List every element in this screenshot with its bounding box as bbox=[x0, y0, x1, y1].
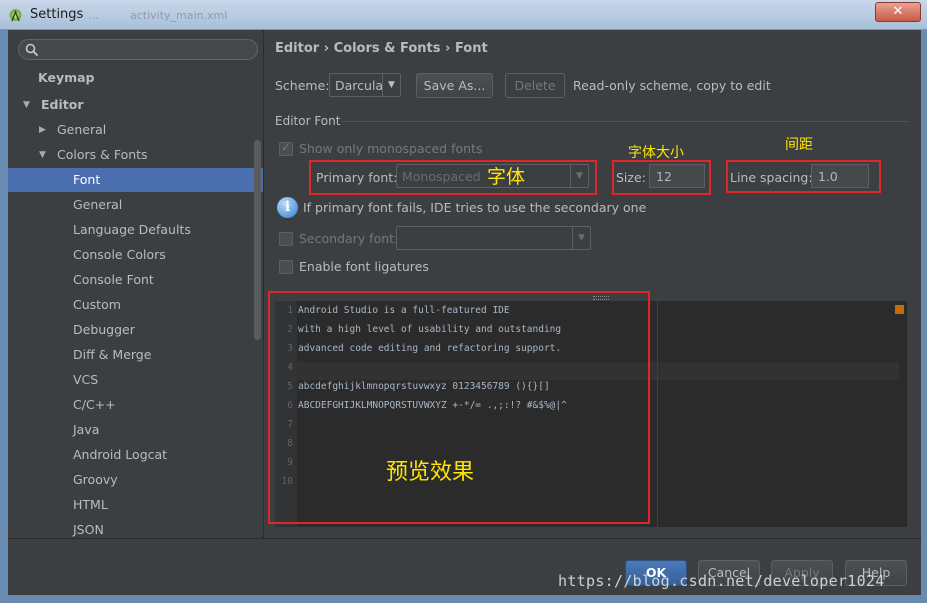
sidebar-item-html[interactable]: HTML bbox=[8, 493, 263, 517]
show-monospaced-checkbox[interactable] bbox=[279, 140, 293, 156]
dropdown-arrow-icon: ▼ bbox=[572, 227, 590, 249]
sidebar-item-label: Groovy bbox=[73, 472, 118, 487]
sidebar-item-custom[interactable]: Custom bbox=[8, 293, 263, 317]
error-stripe-marker[interactable] bbox=[895, 305, 904, 314]
breadcrumb-item: Font bbox=[454, 41, 488, 56]
breadcrumb-item: Colors & Fonts bbox=[333, 41, 441, 56]
annotation-preview-label: 预览效果 bbox=[386, 460, 475, 485]
sidebar-item-label: Java bbox=[73, 422, 100, 437]
sidebar-item-debugger[interactable]: Debugger bbox=[8, 318, 263, 342]
sidebar-item-language-defaults[interactable]: Language Defaults bbox=[8, 218, 263, 242]
android-studio-icon bbox=[9, 9, 22, 22]
sidebar-item-label: Diff & Merge bbox=[73, 347, 152, 362]
sidebar-item-console-font[interactable]: Console Font bbox=[8, 268, 263, 292]
watermark-url: https://blog.csdn.net/developer1024 bbox=[558, 572, 885, 590]
annotation-size-label: 字体大小 bbox=[628, 145, 684, 161]
show-monospaced-label: Show only monospaced fonts bbox=[299, 141, 483, 156]
sidebar-item-keymap[interactable]: Keymap bbox=[8, 66, 263, 90]
sidebar-item-label: Android Logcat bbox=[73, 447, 168, 462]
background-tab-label: activity_main.xml bbox=[130, 9, 228, 22]
settings-sidebar: Keymap ▼ Editor ▶ General ▼ Colors & Fon… bbox=[8, 30, 264, 538]
sidebar-item-label: Keymap bbox=[38, 70, 95, 85]
annotation-font-label: 字体 bbox=[487, 166, 526, 188]
sidebar-item-label: Console Font bbox=[73, 272, 154, 287]
background-tab-label: ... bbox=[88, 9, 99, 22]
sidebar-item-vcs[interactable]: VCS bbox=[8, 368, 263, 392]
sidebar-item-colors-fonts[interactable]: ▼ Colors & Fonts bbox=[8, 143, 263, 167]
annotation-box-preview bbox=[268, 291, 650, 524]
fallback-info-text: If primary font fails, IDE tries to use … bbox=[303, 200, 647, 215]
annotation-box-font bbox=[309, 160, 597, 195]
right-margin-guide bbox=[657, 301, 658, 527]
sidebar-item-label: C/C++ bbox=[73, 397, 116, 412]
delete-button[interactable]: Delete bbox=[505, 73, 565, 98]
annotation-box-spacing bbox=[726, 160, 881, 193]
sidebar-item-label: Language Defaults bbox=[73, 222, 191, 237]
font-settings-panel: Editor › Colors & Fonts › Font Scheme: D… bbox=[265, 30, 921, 538]
sidebar-item-android-logcat[interactable]: Android Logcat bbox=[8, 443, 263, 467]
collapsed-arrow-icon[interactable]: ▶ bbox=[39, 118, 46, 142]
sidebar-item-label: General bbox=[73, 197, 123, 212]
info-icon: i bbox=[277, 197, 298, 218]
dropdown-arrow-icon: ▼ bbox=[382, 74, 400, 96]
expanded-arrow-icon[interactable]: ▼ bbox=[23, 93, 30, 117]
scheme-note: Read-only scheme, copy to edit bbox=[573, 78, 771, 93]
save-as-button[interactable]: Save As... bbox=[416, 73, 493, 98]
search-icon bbox=[25, 43, 39, 57]
breadcrumb-separator: › bbox=[445, 41, 451, 56]
secondary-font-select[interactable]: ▼ bbox=[396, 226, 591, 250]
sidebar-item-java[interactable]: Java bbox=[8, 418, 263, 442]
breadcrumb: Editor › Colors & Fonts › Font bbox=[275, 41, 488, 56]
sidebar-item-json[interactable]: JSON bbox=[8, 518, 263, 538]
close-window-button[interactable]: ✕ bbox=[875, 2, 921, 22]
annotation-spacing-label: 间距 bbox=[785, 137, 813, 153]
sidebar-item-label: Editor bbox=[41, 97, 84, 112]
sidebar-scrollbar[interactable] bbox=[254, 140, 261, 340]
sidebar-item-label: HTML bbox=[73, 497, 108, 512]
scheme-value: Darcula bbox=[335, 78, 384, 93]
scheme-select[interactable]: Darcula ▼ bbox=[329, 73, 401, 97]
title-bar: Settings ... activity_main.xml ✕ bbox=[0, 0, 927, 30]
font-ligatures-label: Enable font ligatures bbox=[299, 259, 429, 274]
sidebar-item-groovy[interactable]: Groovy bbox=[8, 468, 263, 492]
close-icon: ✕ bbox=[892, 4, 904, 19]
breadcrumb-item: Editor bbox=[275, 41, 320, 56]
section-divider bbox=[343, 121, 909, 122]
sidebar-item-label: Colors & Fonts bbox=[57, 147, 148, 162]
editor-font-section-title: Editor Font bbox=[275, 114, 341, 128]
sidebar-item-diff-merge[interactable]: Diff & Merge bbox=[8, 343, 263, 367]
annotation-box-size bbox=[612, 160, 711, 195]
sidebar-item-c-cpp[interactable]: C/C++ bbox=[8, 393, 263, 417]
breadcrumb-separator: › bbox=[323, 41, 330, 56]
secondary-font-checkbox[interactable] bbox=[279, 232, 293, 246]
secondary-font-label: Secondary font: bbox=[299, 231, 399, 246]
sidebar-item-label: Console Colors bbox=[73, 247, 166, 262]
sidebar-item-general-colors[interactable]: General bbox=[8, 193, 263, 217]
scheme-label: Scheme: bbox=[275, 78, 330, 93]
window-title: Settings bbox=[30, 7, 84, 22]
font-ligatures-checkbox[interactable] bbox=[279, 260, 293, 274]
sidebar-item-label: VCS bbox=[73, 372, 99, 387]
sidebar-item-general[interactable]: ▶ General bbox=[8, 118, 263, 142]
sidebar-item-label: Debugger bbox=[73, 322, 135, 337]
sidebar-item-font[interactable]: Font bbox=[8, 168, 263, 192]
settings-dialog: Keymap ▼ Editor ▶ General ▼ Colors & Fon… bbox=[8, 30, 921, 595]
sidebar-item-label: JSON bbox=[73, 522, 104, 537]
sidebar-item-console-colors[interactable]: Console Colors bbox=[8, 243, 263, 267]
sidebar-item-label: General bbox=[57, 122, 107, 137]
expanded-arrow-icon[interactable]: ▼ bbox=[39, 143, 46, 167]
sidebar-item-label: Custom bbox=[73, 297, 121, 312]
sidebar-item-label: Font bbox=[73, 172, 101, 187]
search-input[interactable] bbox=[18, 39, 258, 60]
sidebar-item-editor[interactable]: ▼ Editor bbox=[8, 93, 263, 117]
